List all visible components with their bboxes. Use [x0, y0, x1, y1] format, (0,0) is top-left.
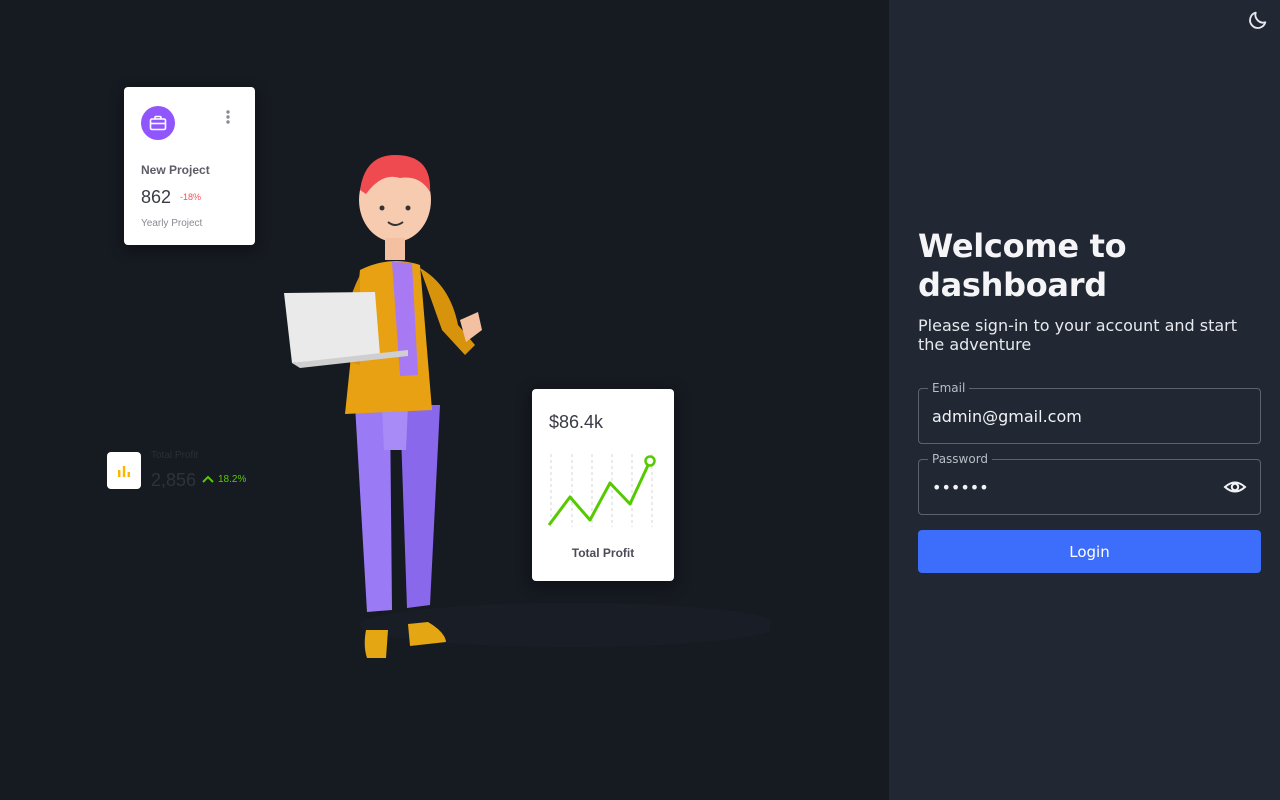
total-profit-mini-change: 18.2%: [218, 474, 247, 485]
bar-chart-icon: [107, 452, 141, 489]
total-profit-mini-label: Total Profit: [151, 450, 199, 461]
new-project-card: New Project 862 -18% Yearly Project: [124, 87, 255, 245]
more-vertical-icon[interactable]: [225, 109, 231, 125]
profit-amount: $86.4k: [549, 412, 604, 432]
page-title: Welcome to dashboard: [918, 227, 1127, 304]
project-card-subtitle: Yearly Project: [141, 218, 203, 229]
project-card-title: New Project: [141, 163, 210, 177]
login-button[interactable]: Login: [918, 530, 1261, 573]
briefcase-icon: [141, 106, 175, 140]
moon-icon: [1249, 11, 1267, 29]
project-card-value: 862: [141, 187, 172, 207]
total-profit-mini: Total Profit 2,856 18.2%: [107, 450, 267, 492]
profit-line-chart: [547, 454, 656, 527]
email-field[interactable]: Email admin@gmail.com: [918, 381, 1261, 444]
password-field[interactable]: Password ••••••: [918, 452, 1261, 515]
chevron-up-icon: [202, 475, 214, 483]
character-illustration: [284, 155, 770, 658]
profit-label: Total Profit: [571, 546, 635, 560]
total-profit-mini-value: 2,856: [151, 470, 197, 490]
page-subtitle: Please sign-in to your account and start…: [918, 316, 1238, 354]
illustration-panel: New Project 862 -18% Yearly Project Tota…: [0, 0, 889, 800]
password-input[interactable]: ••••••: [932, 460, 1222, 514]
login-panel: Welcome to dashboard Please sign-in to y…: [889, 0, 1280, 800]
login-page: New Project 862 -18% Yearly Project Tota…: [0, 0, 1280, 800]
total-profit-card: $86.4k Total Profit: [532, 389, 674, 581]
theme-toggle-button[interactable]: [1246, 8, 1270, 32]
email-input[interactable]: admin@gmail.com: [932, 389, 1222, 443]
project-card-change: -18%: [180, 192, 202, 202]
eye-icon[interactable]: [1223, 475, 1247, 499]
